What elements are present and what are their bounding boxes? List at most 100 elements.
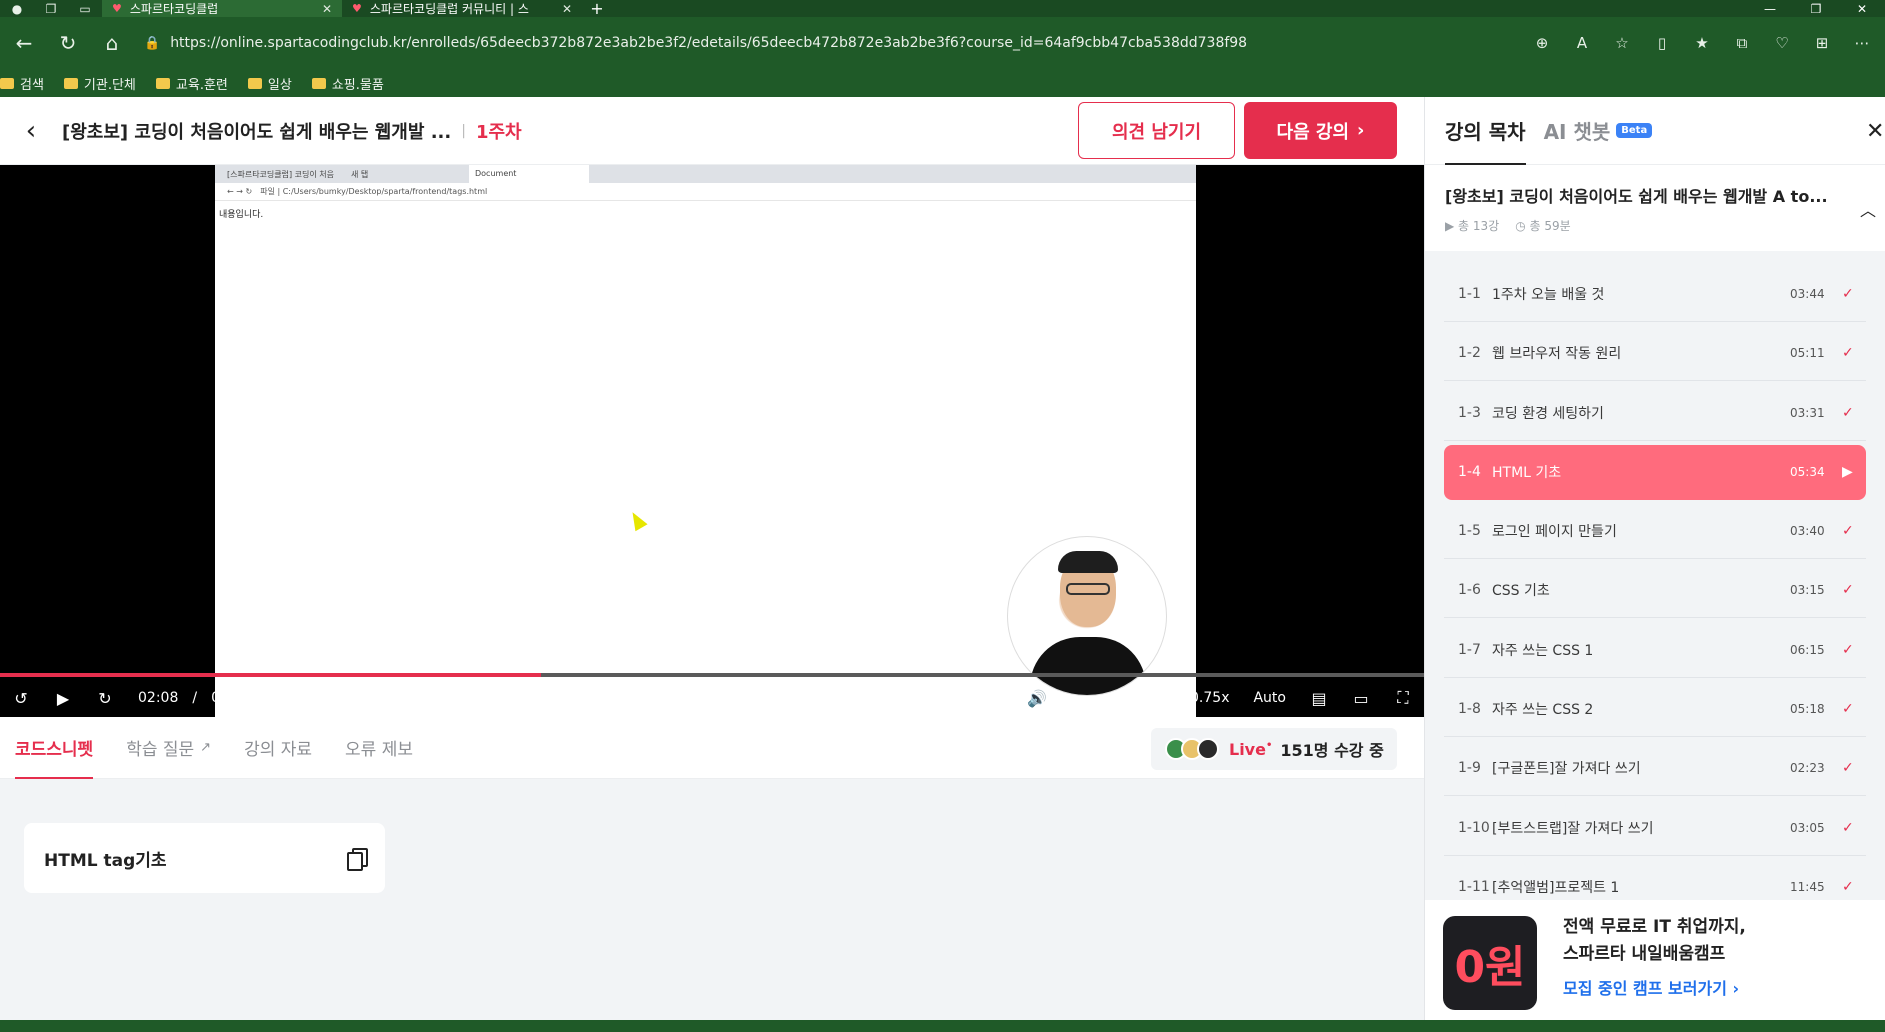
tab-actions-icon[interactable]: ▭ [68,0,102,17]
tab-lecture-materials[interactable]: 강의 자료 [244,717,312,779]
course-summary[interactable]: [왕초보] 코딩이 처음이어도 쉽게 배우는 웹개발 A to... ▶ 총 1… [1425,165,1885,251]
profile-icon[interactable]: ● [0,0,34,17]
check-icon: ✓ [1842,878,1854,895]
forward-10-icon[interactable]: ↻ [84,689,126,708]
lesson-number: 1-9 [1458,760,1481,777]
workspaces-icon[interactable]: ❐ [34,0,68,17]
lesson-count: ▶ 총 13강 [1445,217,1499,234]
speed-selector[interactable]: 0.75x [1190,690,1229,706]
tab-close-icon[interactable]: ✕ [562,2,572,16]
copy-icon[interactable] [347,848,368,871]
home-icon[interactable]: ⌂ [94,25,130,61]
back-icon[interactable]: ← [6,25,42,61]
rewind-10-icon[interactable]: ↺ [0,689,42,708]
extensions-icon[interactable]: ⊞ [1805,34,1839,52]
progress-fill [0,673,542,677]
bookmark-folder[interactable]: 기관.단체 [63,74,136,93]
bookmark-folder[interactable]: 교육.훈련 [155,74,228,93]
promo-link[interactable]: 모집 중인 캠프 보러가기 › [1563,975,1739,999]
check-icon: ✓ [1842,286,1854,302]
tab-code-snippet[interactable]: 코드스니펫 [15,717,94,779]
window-controls: — ❐ ✕ [1747,2,1885,16]
fullscreen-icon[interactable]: ⛶ [1382,688,1424,708]
course-meta: ▶ 총 13강 ◷ 총 59분 [1445,217,1865,234]
tab-favicon-icon: ♥ [112,2,122,15]
collections-icon[interactable]: ⧉ [1725,34,1759,52]
live-label: Live• [1229,740,1272,759]
lecture-subnav: 코드스니펫 학습 질문 ↗ 강의 자료 오류 제보 Live• 151명 수강 … [0,717,1424,779]
read-aloud-icon[interactable]: A [1565,34,1599,52]
bookmark-folder[interactable]: 검색 [0,74,44,93]
tab-label: 학습 질문 [126,740,195,760]
lesson-item[interactable]: 1-10 [부트스트랩]잘 가져다 쓰기 03:05 ✓ [1444,800,1866,856]
browser-tab[interactable]: ♥ 스파르타코딩클럽 커뮤니티 | 스 ✕ [342,0,582,17]
favorite-star-icon[interactable]: ☆ [1605,34,1639,52]
refresh-icon[interactable]: ↻ [50,25,86,61]
lesson-item[interactable]: 1-4 HTML 기초 05:34 ▶ [1444,444,1866,500]
lesson-item[interactable]: 1-1 1주차 오늘 배울 것 03:44 ✓ [1444,267,1866,322]
browser-essentials-icon[interactable]: ♡ [1765,34,1799,52]
bookmark-folder[interactable]: 일상 [247,74,292,93]
chevron-up-icon[interactable]: ︿ [1860,197,1876,221]
promo-headline: 전액 무료로 IT 취업까지, [1563,917,1746,937]
tab-learning-question[interactable]: 학습 질문 ↗ [126,717,211,779]
volume-icon[interactable]: 🔊 [1016,689,1058,708]
lesson-item[interactable]: 1-9 [구글폰트]잘 가져다 쓰기 02:23 ✓ [1444,741,1866,797]
player-controls: ↺ ▶ ↻ 02:08 / 05:34 🔊 0.75x Auto ▤ ▭ ⛶ [0,679,1424,717]
lesson-item[interactable]: 1-5 로그인 페이지 만들기 03:40 ✓ [1444,504,1866,560]
new-tab-icon[interactable]: + [582,0,612,18]
code-snippet-card[interactable]: HTML tag기초 [24,823,385,893]
lesson-item[interactable]: 1-3 코딩 환경 세팅하기 03:31 ✓ [1444,385,1866,441]
tab-error-report[interactable]: 오류 제보 [345,717,413,779]
restore-icon[interactable]: ❐ [1793,2,1839,16]
tab-close-icon[interactable]: ✕ [322,2,332,16]
folder-icon [0,77,14,89]
instructor-webcam [1007,536,1167,696]
lesson-number: 1-4 [1458,464,1481,481]
lesson-item[interactable]: 1-8 자주 쓰는 CSS 2 05:18 ✓ [1444,682,1866,738]
play-circle-icon: ▶ [1445,219,1459,233]
back-chevron-icon[interactable]: ‹ [0,116,62,146]
window-close-icon[interactable]: ✕ [1839,2,1885,16]
theater-mode-icon[interactable]: ▭ [1340,689,1382,708]
promo-banner[interactable]: 0원 전액 무료로 IT 취업까지, 스파르타 내일배움캠프 모집 중인 캠프 … [1425,900,1885,1020]
lesson-title: 자주 쓰는 CSS 2 [1492,702,1594,719]
lesson-item[interactable]: 1-2 웹 브라우저 작동 원리 05:11 ✓ [1444,326,1866,382]
tab-table-of-contents[interactable]: 강의 목차 [1445,97,1526,165]
progress-bar[interactable] [0,673,1424,677]
feedback-button[interactable]: 의견 남기기 [1078,102,1235,159]
address-input[interactable]: 🔒 https://online.spartacodingclub.kr/enr… [138,25,1517,61]
video-player[interactable]: [스파르타코딩클럽] 코딩이 처음 새 탭 Document ← → ↻ 파일 … [0,165,1424,717]
title-separator: | [461,122,466,139]
more-icon[interactable]: ⋯ [1845,34,1879,52]
volume-slider[interactable] [1068,696,1169,700]
check-icon: ✓ [1842,345,1854,362]
lesson-item[interactable]: 1-7 자주 쓰는 CSS 1 06:15 ✓ [1444,622,1866,678]
webcam-hair [1058,551,1118,573]
bookmark-label: 교육.훈련 [175,77,228,93]
lesson-duration: 05:18 [1790,702,1825,717]
bookmark-folder[interactable]: 쇼핑.물품 [311,74,384,93]
captions-icon[interactable]: ▤ [1298,689,1340,708]
webcam-glasses [1066,583,1110,595]
bookmarks-bar: 검색 기관.단체 교육.훈련 일상 쇼핑.물품 [0,69,1885,97]
browser-tab[interactable]: ♥ 스파르타코딩클럽 ✕ [102,0,342,17]
next-lecture-button[interactable]: 다음 강의 › [1244,102,1397,159]
folder-icon [63,77,78,89]
check-icon: ✓ [1842,701,1854,718]
duration: 05:34 [211,690,252,706]
lesson-item[interactable]: 1-6 CSS 기초 03:15 ✓ [1444,563,1866,619]
split-screen-icon[interactable]: ▯ [1645,34,1679,52]
tab-title: 스파르타코딩클럽 커뮤니티 | 스 [369,2,529,16]
minimize-icon[interactable]: — [1747,2,1793,16]
zoom-icon[interactable]: ⊕ [1525,34,1559,52]
favorites-icon[interactable]: ★ [1685,34,1719,52]
play-icon[interactable]: ▶ [42,689,84,708]
recorded-address-bar: ← → ↻ 파일 | C:/Users/bumky/Desktop/sparta… [215,183,1196,201]
folder-icon [311,77,326,89]
close-icon[interactable]: ✕ [1866,119,1884,144]
quality-selector[interactable]: Auto [1253,690,1286,706]
tab-ai-chatbot[interactable]: AI 챗봇 Beta [1544,97,1653,165]
promo-logo: 0원 [1443,916,1537,1010]
recorded-tab: [스파르타코딩클럽] 코딩이 처음 [227,169,335,179]
